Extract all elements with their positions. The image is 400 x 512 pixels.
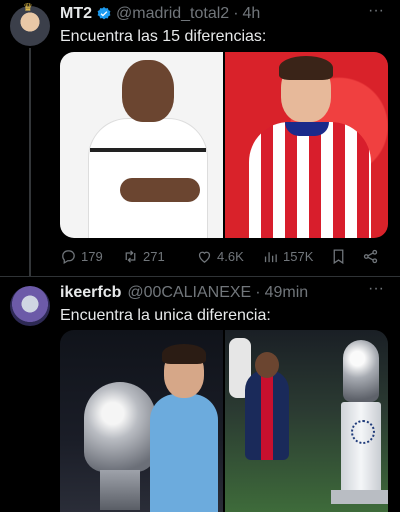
- retweet-button[interactable]: 271: [122, 248, 165, 265]
- handle[interactable]: @madrid_total2: [116, 5, 229, 23]
- crown-icon: ♛: [23, 2, 33, 14]
- timestamp[interactable]: 49min: [265, 284, 309, 302]
- pedestal-base: [331, 490, 388, 504]
- kit-stripe: [90, 148, 206, 152]
- avatar-ikeerfcb[interactable]: [10, 286, 50, 326]
- trophy-cup: [343, 340, 379, 402]
- player-body: [150, 394, 218, 512]
- retweet-count: 271: [143, 248, 165, 264]
- reply-icon: [62, 249, 75, 264]
- tweet-text: Encuentra las 15 diferencias:: [60, 28, 267, 45]
- tweet-header: ikeerfcb @00CALIANEXE · 49min: [60, 283, 308, 303]
- player-head: [122, 60, 174, 122]
- display-name[interactable]: MT2: [60, 5, 92, 23]
- player-body: [249, 122, 371, 238]
- player-hair: [162, 344, 206, 364]
- trophy-pedestal: [341, 402, 381, 498]
- photo-right[interactable]: [225, 52, 388, 238]
- tweet-text: Encuentra la unica diferencia:: [60, 307, 271, 324]
- trophy-cup: [84, 382, 156, 472]
- thread-line: [29, 48, 31, 276]
- photo-left[interactable]: [60, 52, 223, 238]
- photo-left[interactable]: [60, 330, 223, 512]
- reply-count: 179: [81, 248, 103, 264]
- bookmark-icon: [333, 248, 344, 264]
- verified-icon: [97, 7, 111, 20]
- bookmark-button[interactable]: [330, 248, 347, 265]
- retweet-icon: [125, 249, 136, 263]
- tweet-media[interactable]: [60, 52, 388, 238]
- more-icon[interactable]: ···: [366, 281, 386, 304]
- views-count: 157K: [283, 248, 314, 264]
- player-arm: [120, 178, 200, 202]
- reply-button[interactable]: 179: [60, 248, 103, 265]
- tweet-actions: 179 271 4.6K 157K: [60, 246, 388, 266]
- handle[interactable]: @00CALIANEXE: [127, 284, 251, 302]
- player-hair: [279, 56, 333, 80]
- tweet-1[interactable]: ♛ MT2 @madrid_total2 · 4h ··· Encuentra …: [0, 0, 400, 276]
- tweet-2[interactable]: ikeerfcb @00CALIANEXE · 49min ··· Encuen…: [0, 276, 400, 512]
- like-count: 4.6K: [217, 248, 244, 264]
- views-button[interactable]: 157K: [262, 248, 313, 265]
- views-icon: [264, 251, 277, 262]
- kit-stripe: [261, 370, 273, 460]
- share-button[interactable]: [362, 248, 379, 265]
- tweet-media[interactable]: [60, 330, 388, 512]
- tweet-header: MT2 @madrid_total2 · 4h: [60, 4, 260, 24]
- trophy-base: [100, 470, 140, 510]
- display-name[interactable]: ikeerfcb: [60, 284, 121, 302]
- photo-right[interactable]: [225, 330, 388, 512]
- dot-separator: ·: [255, 284, 261, 301]
- player-head: [255, 352, 279, 378]
- timestamp[interactable]: 4h: [243, 5, 261, 23]
- like-icon: [198, 251, 211, 263]
- dot-separator: ·: [233, 5, 239, 22]
- share-icon: [363, 249, 378, 263]
- like-button[interactable]: 4.6K: [196, 248, 244, 265]
- champions-stars-logo: [351, 420, 375, 444]
- more-icon[interactable]: ···: [366, 3, 386, 26]
